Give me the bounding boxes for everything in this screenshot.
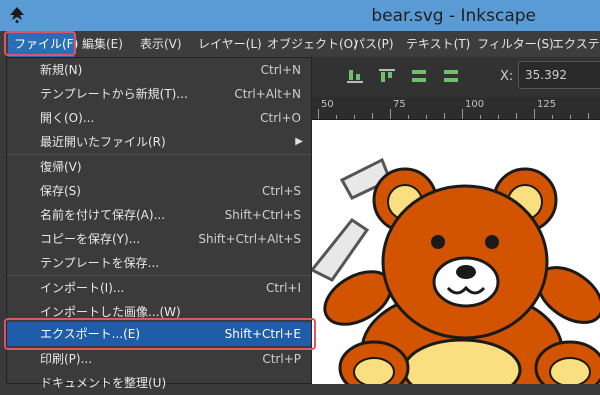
menu-item-recent-files[interactable]: 最近開いたファイル(R) ▶ <box>7 130 311 154</box>
menu-item-label: 新規(N) <box>40 63 83 77</box>
ruler-tick <box>552 115 553 119</box>
menu-extensions[interactable]: エクステンシ <box>552 31 600 57</box>
menu-item-label: 最近開いたファイル(R) <box>40 135 166 149</box>
menu-item-label: テンプレートから新規(T)... <box>40 87 188 101</box>
menu-item-new-from-template[interactable]: テンプレートから新規(T)... Ctrl+Alt+N <box>7 82 311 106</box>
export-item-highlight <box>4 318 316 350</box>
lower-icon[interactable] <box>410 67 428 85</box>
menu-item-shortcut: Ctrl+P <box>262 352 301 366</box>
menu-item-shortcut: Ctrl+I <box>266 281 301 295</box>
horizontal-ruler: 50 75 100 125 <box>312 97 600 120</box>
ruler-tick <box>372 113 373 119</box>
menu-item-print[interactable]: 印刷(P)... Ctrl+P <box>7 347 311 371</box>
menu-item-revert[interactable]: 復帰(V) <box>7 155 311 179</box>
menu-item-label: インポート(I)... <box>40 281 125 295</box>
menu-text[interactable]: テキスト(T) <box>406 31 470 57</box>
menu-item-label: コピーを保存(Y)... <box>40 232 141 246</box>
ruler-tick <box>318 109 319 119</box>
ruler-tick <box>534 109 535 119</box>
menu-item-label: 名前を付けて保存(A)... <box>40 208 166 222</box>
ruler-tick <box>408 115 409 119</box>
ruler-tick <box>390 109 391 119</box>
file-menu-highlight <box>4 31 76 56</box>
window-title: bear.svg - Inkscape <box>371 6 536 26</box>
menu-item-shortcut: Ctrl+S <box>261 184 301 198</box>
ruler-tick <box>426 115 427 119</box>
menu-edit[interactable]: 編集(E) <box>82 31 123 57</box>
bear-drawing[interactable] <box>312 120 600 384</box>
ruler-tick <box>462 109 463 119</box>
ruler-label: 50 <box>321 99 334 110</box>
menu-object[interactable]: オブジェクト(O) <box>267 31 358 57</box>
ruler-tick <box>354 115 355 119</box>
menu-item-shortcut: Shift+Ctrl+S <box>224 208 301 222</box>
ruler-label: 75 <box>393 99 406 110</box>
menu-item-import[interactable]: インポート(I)... Ctrl+I <box>7 276 311 300</box>
menu-filters[interactable]: フィルター(S) <box>477 31 554 57</box>
ruler-tick <box>444 113 445 119</box>
align-bottom-icon[interactable] <box>346 67 364 85</box>
title-bar: bear.svg - Inkscape <box>0 0 600 31</box>
menu-item-save-template[interactable]: テンプレートを保存... <box>7 251 311 275</box>
menu-item-shortcut: Ctrl+O <box>260 111 301 125</box>
menu-item-label: テンプレートを保存... <box>40 256 160 270</box>
menu-bar: ファイル(F) 編集(E) 表示(V) レイヤー(L) オブジェクト(O) パス… <box>0 31 600 57</box>
ruler-tick <box>588 113 589 119</box>
menu-item-label: 開く(O)... <box>40 111 95 125</box>
ruler-label: 100 <box>465 99 485 110</box>
ruler-tick <box>570 115 571 119</box>
menu-item-label: 保存(S) <box>40 184 81 198</box>
menu-item-shortcut: Ctrl+Alt+N <box>234 87 301 101</box>
menu-item-save[interactable]: 保存(S) Ctrl+S <box>7 179 311 203</box>
ruler-tick <box>336 115 337 119</box>
menu-item-open[interactable]: 開く(O)... Ctrl+O <box>7 106 311 130</box>
ruler-label: 125 <box>537 99 557 110</box>
menu-item-label: 印刷(P)... <box>40 352 93 366</box>
menu-item-cleanup-document[interactable]: ドキュメントを整理(U) <box>7 371 311 395</box>
x-coordinate-field[interactable]: 35.392 <box>518 61 600 89</box>
menu-item-save-as[interactable]: 名前を付けて保存(A)... Shift+Ctrl+S <box>7 203 311 227</box>
submenu-arrow-icon: ▶ <box>295 136 303 147</box>
menu-item-label: ドキュメントを整理(U) <box>40 376 167 390</box>
ruler-tick <box>480 115 481 119</box>
menu-item-shortcut: Ctrl+N <box>260 63 301 77</box>
menu-item-save-a-copy[interactable]: コピーを保存(Y)... Shift+Ctrl+Alt+S <box>7 227 311 251</box>
menu-item-shortcut: Shift+Ctrl+Alt+S <box>198 232 301 246</box>
menu-path[interactable]: パス(P) <box>353 31 394 57</box>
align-top-icon[interactable] <box>378 67 396 85</box>
menu-layer[interactable]: レイヤー(L) <box>198 31 262 57</box>
drawing-canvas[interactable] <box>312 120 600 384</box>
ruler-tick <box>498 115 499 119</box>
x-coordinate-label: X: <box>500 69 514 84</box>
menu-item-label: 復帰(V) <box>40 160 82 174</box>
menu-view[interactable]: 表示(V) <box>140 31 182 57</box>
menu-item-new[interactable]: 新規(N) Ctrl+N <box>7 58 311 82</box>
ruler-tick <box>516 113 517 119</box>
raise-icon[interactable] <box>442 67 460 85</box>
